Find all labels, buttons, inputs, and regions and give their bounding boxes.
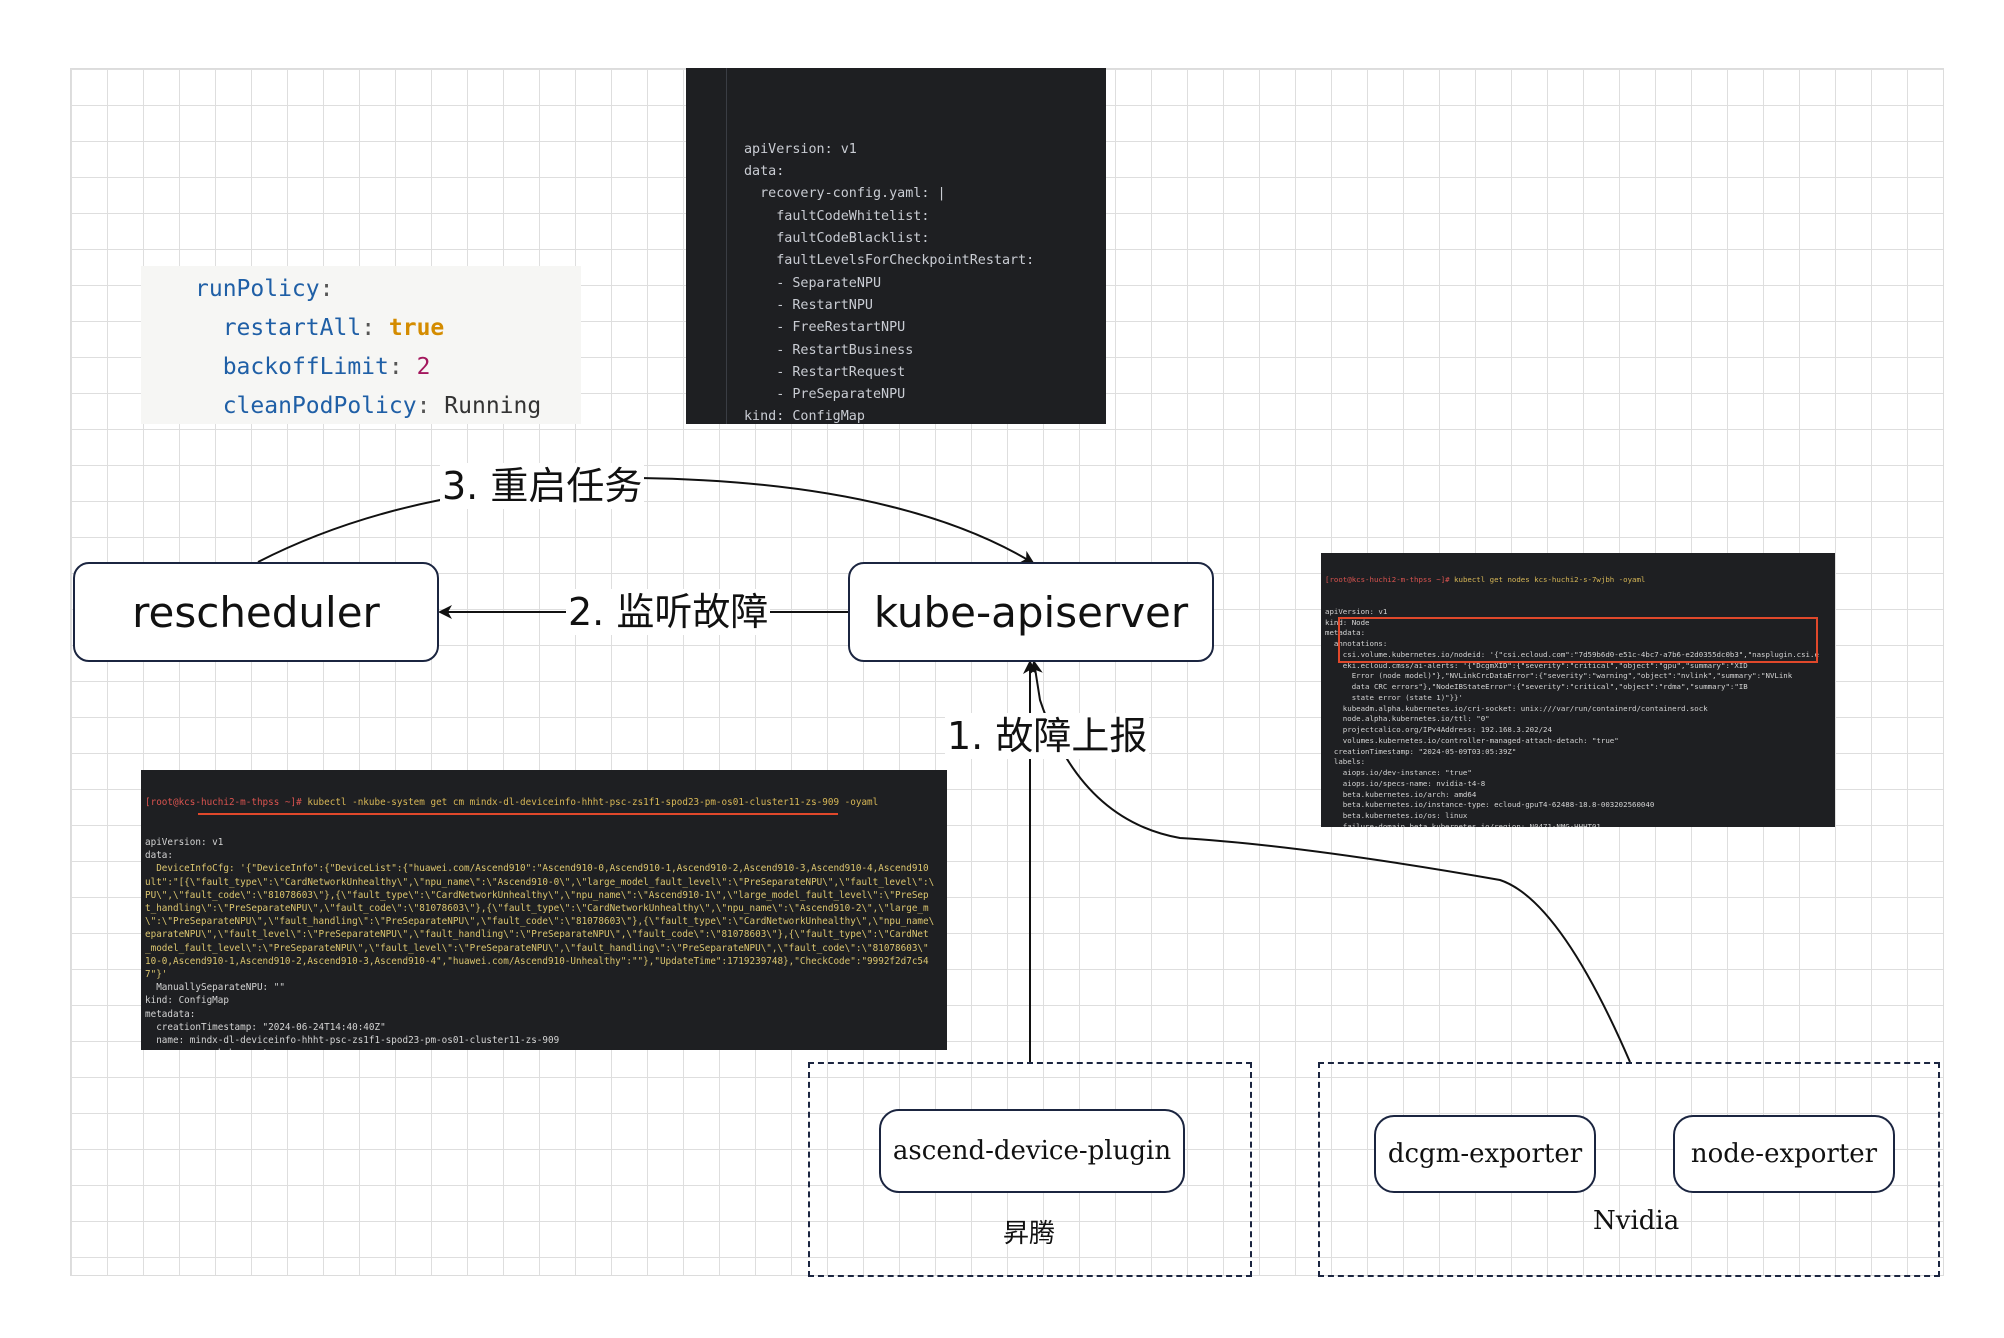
clean-pod-policy-key: cleanPodPolicy	[222, 393, 417, 419]
cm-output-line: \":\"PreSeparateNPU\",\"fault_handling\"…	[145, 916, 935, 928]
cm-output-line: metadata:	[145, 1008, 196, 1020]
ai-alerts-highlight	[1338, 617, 1818, 663]
cm-output-line: 10-0,Ascend910-1,Ascend910-2,Ascend910-3…	[145, 955, 929, 967]
fault-underline	[198, 813, 838, 815]
cm-output-line: DeviceInfoCfg: '{"DeviceInfo":{"DeviceLi…	[145, 863, 929, 875]
node-prompt-line: [root@kcs-huchi2-m-thpss ~]# kubectl get…	[1325, 575, 1835, 586]
cm-output-line: t_handling\":\"PreSeparateNPU\",\"fault_…	[145, 903, 929, 915]
cm-prompt: [root@kcs-huchi2-m-thpss ~]#	[145, 797, 302, 809]
node-output-line: aiops.io/specs-name: nvidia-t4-8	[1325, 778, 1486, 788]
node-output-line: apiVersion: v1	[1325, 606, 1388, 616]
edge-label-watch: 2. 监听故障	[566, 589, 771, 635]
nvidia-group-label: Nvidia	[1593, 1206, 1680, 1236]
node-output-line: aiops.io/dev-instance: "true"	[1325, 768, 1472, 777]
yaml-line: - RestartRequest	[744, 364, 906, 380]
node-output-line: beta.kubernetes.io/os: linux	[1325, 811, 1468, 820]
node-output-line: node.alpha.kubernetes.io/ttl: "0"	[1325, 714, 1490, 724]
cm-output: apiVersion: v1 data: DeviceInfoCfg: '{"De…	[145, 836, 947, 1050]
edge-restart	[257, 476, 1035, 565]
cm-command: kubectl -nkube-system get cm mindx-dl-de…	[301, 797, 879, 809]
dcgm-exporter-label: dcgm-exporter	[1387, 1139, 1583, 1169]
backoff-limit-value: 2	[416, 354, 431, 380]
node-terminal-panel: [root@kcs-huchi2-m-thpss ~]# kubectl get…	[1321, 553, 1835, 827]
cm-output-line: 7"}'	[145, 969, 168, 981]
yaml-line: data:	[744, 164, 785, 180]
node-output-line: kubeadm.alpha.kubernetes.io/cri-socket: …	[1325, 703, 1708, 713]
cm-output-line: creationTimestamp: "2024-06-24T14:40:40Z…	[145, 1021, 386, 1033]
ascend-group-label: 昇腾	[1003, 1219, 1056, 1249]
yaml-line: - SeparateNPU	[744, 275, 882, 291]
node-output-line: creationTimestamp: "2024-05-09T03:05:39Z…	[1325, 746, 1517, 756]
node-command: kubectl get nodes kcs-huchi2-s-7wjbh -oy…	[1449, 574, 1646, 584]
node-output-line: beta.kubernetes.io/instance-type: ecloud…	[1325, 800, 1655, 810]
yaml-line: faultCodeBlacklist:	[744, 231, 930, 247]
node-output-line: projectcalico.org/IPv4Address: 192.168.3…	[1325, 725, 1552, 734]
run-policy-key: runPolicy	[195, 276, 320, 302]
yaml-line: - PreSeparateNPU	[744, 387, 906, 403]
edge-label-report: 1. 故障上报	[945, 713, 1150, 759]
edge-label-restart: 3. 重启任务	[440, 463, 645, 509]
recovery-config-yaml-panel: apiVersion: v1 data: recovery-config.yaml…	[686, 68, 1106, 424]
restart-all-key: restartAll	[222, 315, 362, 341]
backoff-limit-key: backoffLimit	[222, 354, 389, 380]
dcgm-exporter-node[interactable]: dcgm-exporter	[1374, 1115, 1596, 1193]
cm-output-line: ManuallySeparateNPU: ""	[145, 982, 285, 994]
node-output-line: data CRC errors"},"NodeIBStateError":{"s…	[1325, 682, 1748, 691]
yaml-line: apiVersion: v1	[744, 141, 857, 157]
rescheduler-label: rescheduler	[132, 587, 380, 637]
yaml-line: - RestartNPU	[744, 297, 873, 313]
run-policy-panel: runPolicy: restartAll: true backoffLimit…	[141, 266, 581, 424]
node-output-line: beta.kubernetes.io/arch: amd64	[1325, 789, 1477, 799]
cm-output-line: kind: ConfigMap	[145, 995, 229, 1007]
kube-apiserver-label: kube-apiserver	[873, 587, 1189, 637]
cm-output-line: ult":"[{\"fault_type\":\"CardNetworkUnhe…	[145, 876, 935, 888]
yaml-line: kind: ConfigMap	[744, 409, 865, 424]
cm-prompt-line: [root@kcs-huchi2-m-thpss ~]# kubectl -nk…	[145, 796, 947, 809]
cm-output-line: name: mindx-dl-deviceinfo-hhht-psc-zs1f1…	[145, 1035, 560, 1047]
node-exporter-label: node-exporter	[1690, 1139, 1878, 1169]
ascend-device-plugin-label: ascend-device-plugin	[892, 1136, 1172, 1166]
cm-output-line: apiVersion: v1	[145, 837, 224, 849]
configmap-terminal-panel: [root@kcs-huchi2-m-thpss ~]# kubectl -nk…	[141, 770, 947, 1050]
clean-pod-policy-value: Running	[444, 393, 542, 419]
yaml-line: faultCodeWhitelist:	[744, 208, 930, 224]
cm-output-line: data:	[145, 850, 173, 862]
node-output-line: failure-domain.beta.kubernetes.io/region…	[1325, 821, 1601, 827]
node-exporter-node[interactable]: node-exporter	[1673, 1115, 1895, 1193]
yaml-line: - FreeRestartNPU	[744, 320, 906, 336]
node-output-line: volumes.kubernetes.io/controller-managed…	[1325, 735, 1619, 745]
node-output-line: state error (state 1)"}}'	[1325, 692, 1463, 702]
rescheduler-node[interactable]: rescheduler	[73, 562, 439, 662]
cm-output-line: namespace: kube-system	[145, 1047, 947, 1050]
cm-output-line: _model_fault_level\":\"PreSeparateNPU\",…	[145, 942, 929, 954]
node-output-line: Error (node model)"},"NVLinkCrcDataError…	[1325, 671, 1793, 681]
kube-apiserver-node[interactable]: kube-apiserver	[848, 562, 1214, 662]
node-output-line: labels:	[1325, 757, 1366, 767]
yaml-line: - RestartBusiness	[744, 342, 914, 358]
ascend-device-plugin-node[interactable]: ascend-device-plugin	[879, 1109, 1185, 1193]
restart-all-value: true	[388, 315, 445, 341]
cm-output-line: PU\",\"fault_code\":\"81078603\"},{\"fau…	[145, 889, 929, 901]
yaml-line: faultLevelsForCheckpointRestart:	[744, 253, 1035, 269]
node-prompt: [root@kcs-huchi2-m-thpss ~]#	[1325, 574, 1450, 584]
yaml-line: recovery-config.yaml: |	[744, 186, 946, 202]
cm-output-line: eparateNPU\",\"fault_level\":\"PreSepara…	[145, 929, 929, 941]
